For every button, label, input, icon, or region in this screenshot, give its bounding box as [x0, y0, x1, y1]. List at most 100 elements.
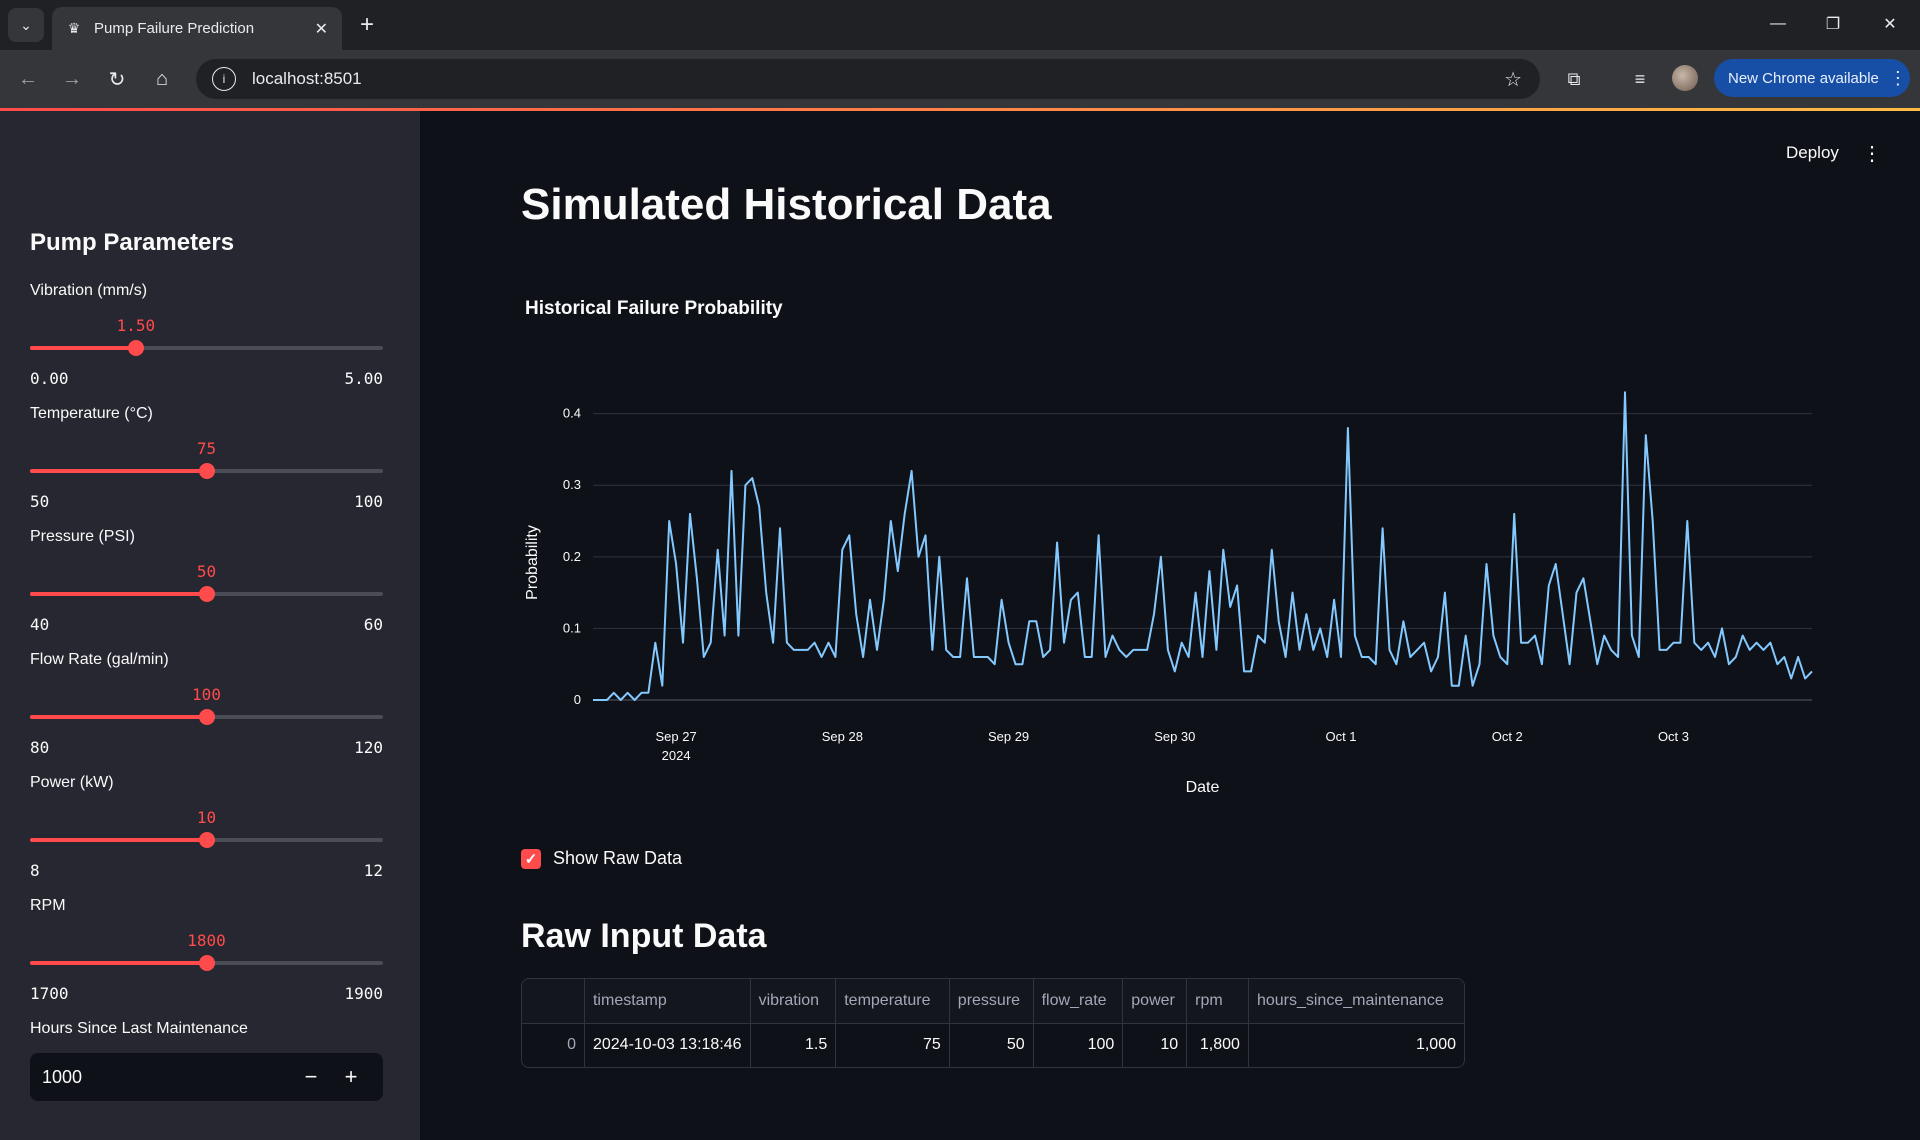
table-cell[interactable]: 1.5: [750, 1023, 837, 1067]
slider-param: RPM 1800 1700 1900: [30, 897, 383, 1003]
browser-titlebar: ⌄ ♛ Pump Failure Prediction ✕ + — ❐ ✕: [0, 0, 1920, 50]
y-tick-label: 0.4: [563, 406, 581, 421]
reload-button[interactable]: ↻: [101, 63, 133, 95]
x-tick-label: Sep 30: [1154, 729, 1195, 744]
table-cell[interactable]: 2024-10-03 13:18:46: [584, 1023, 751, 1067]
hours-label: Hours Since Last Maintenance: [30, 1020, 248, 1037]
slider-value: 10: [196, 808, 217, 827]
x-tick-label: Oct 2: [1492, 729, 1523, 744]
slider-min: 8: [30, 861, 40, 880]
slider-label: Vibration (mm/s): [30, 282, 148, 299]
x-tick-label: Oct 3: [1658, 729, 1689, 744]
chrome-update-button[interactable]: New Chrome available ⋮: [1714, 59, 1910, 97]
main-menu-icon[interactable]: ⋮: [1862, 141, 1882, 166]
slider-label: Power (kW): [30, 774, 114, 791]
checkbox-label: Show Raw Data: [553, 848, 683, 868]
column-header[interactable]: flow_rate: [1033, 979, 1124, 1024]
forward-button[interactable]: →: [56, 63, 88, 95]
column-header[interactable]: power: [1122, 979, 1188, 1024]
chevron-down-icon: ⌄: [20, 16, 32, 33]
hours-value[interactable]: 1000: [42, 1067, 291, 1088]
more-vert-icon[interactable]: ⋮: [1889, 68, 1907, 89]
slider-param: Power (kW) 10 8 12: [30, 774, 383, 880]
close-window-button[interactable]: ✕: [1868, 8, 1912, 40]
hours-number-input[interactable]: 1000 − +: [30, 1053, 383, 1101]
slider-max: 100: [354, 492, 383, 511]
minimize-button[interactable]: —: [1756, 8, 1800, 40]
close-tab-icon[interactable]: ✕: [315, 19, 328, 39]
slider[interactable]: 75 50 100: [30, 429, 383, 511]
extensions-icon[interactable]: ⧉: [1560, 65, 1588, 93]
tab-title: Pump Failure Prediction: [94, 20, 255, 37]
show-raw-data-checkbox[interactable]: ✓ Show Raw Data: [521, 848, 682, 869]
x-tick-label: 2024: [662, 748, 691, 763]
slider-param: Flow Rate (gal/min) 100 80 120: [30, 651, 383, 757]
address-bar[interactable]: i localhost:8501 ☆: [196, 59, 1540, 99]
decrement-button[interactable]: −: [291, 1064, 331, 1090]
slider-min: 1700: [30, 984, 69, 1003]
column-header[interactable]: timestamp: [584, 979, 751, 1024]
slider-thumb[interactable]: [127, 340, 144, 356]
column-header[interactable]: hours_since_maintenance: [1248, 979, 1464, 1024]
slider-min: 80: [30, 738, 50, 757]
table-cell[interactable]: 0: [522, 1023, 585, 1067]
column-header[interactable]: vibration: [750, 979, 837, 1024]
restore-button[interactable]: ❐: [1811, 8, 1855, 40]
series-line: [593, 391, 1813, 701]
slider-label: Pressure (PSI): [30, 528, 135, 545]
slider-value: 100: [192, 685, 221, 704]
x-tick-label: Oct 1: [1325, 729, 1356, 744]
slider-fill: [30, 838, 207, 842]
slider-max: 12: [363, 861, 383, 880]
slider[interactable]: 1800 1700 1900: [30, 921, 383, 1003]
checkmark-icon[interactable]: ✓: [521, 848, 541, 869]
table-cell[interactable]: 75: [835, 1023, 950, 1067]
slider-label: RPM: [30, 897, 66, 914]
browser-tab[interactable]: ♛ Pump Failure Prediction ✕: [52, 7, 342, 50]
profile-avatar[interactable]: [1672, 65, 1698, 91]
slider[interactable]: 50 40 60: [30, 552, 383, 634]
slider-thumb[interactable]: [198, 955, 215, 971]
increment-button[interactable]: +: [331, 1064, 371, 1090]
slider[interactable]: 10 8 12: [30, 798, 383, 880]
table-row[interactable]: 0 2024-10-03 13:18:46 1.5 75 50 100 10 1,800 1,0…: [522, 1023, 1464, 1067]
table-cell[interactable]: 50: [949, 1023, 1034, 1067]
tab-search-button[interactable]: ⌄: [8, 8, 44, 42]
column-header[interactable]: rpm: [1186, 979, 1249, 1024]
slider-value: 50: [196, 562, 217, 581]
site-info-icon[interactable]: i: [212, 67, 236, 91]
x-tick-label: Sep 29: [988, 729, 1029, 744]
probability-line-chart[interactable]: 0 0.1 0.2 0.3 0.4 Sep 27 2024 Sep 28 Sep 29 Sep 3…: [515, 370, 1835, 810]
slider-fill: [30, 469, 207, 473]
slider-min: 50: [30, 492, 50, 511]
raw-data-table[interactable]: timestamp vibration temperature pressure flo…: [521, 978, 1465, 1068]
home-button[interactable]: ⌂: [146, 63, 178, 95]
table-cell[interactable]: 1,000: [1248, 1023, 1464, 1067]
slider-fill: [30, 346, 136, 350]
column-header[interactable]: temperature: [835, 979, 950, 1024]
column-header[interactable]: pressure: [949, 979, 1034, 1024]
slider[interactable]: 1.50 0.00 5.00: [30, 306, 383, 388]
slider-fill: [30, 592, 207, 596]
slider-thumb[interactable]: [198, 586, 215, 602]
table-cell[interactable]: 100: [1033, 1023, 1124, 1067]
slider-fill: [30, 961, 207, 965]
table-cell[interactable]: 10: [1122, 1023, 1188, 1067]
bookmark-star-icon[interactable]: ☆: [1504, 67, 1522, 92]
x-axis-label: Date: [1186, 779, 1220, 796]
browser-toolbar: ← → ↻ ⌂ i localhost:8501 ☆ ⧉ ≡: [0, 50, 1920, 108]
back-button[interactable]: ←: [12, 63, 44, 95]
table-cell[interactable]: 1,800: [1186, 1023, 1249, 1067]
slider-thumb[interactable]: [198, 709, 215, 725]
hours-param: Hours Since Last Maintenance: [30, 1020, 383, 1038]
slider[interactable]: 100 80 120: [30, 675, 383, 757]
raw-data-title: Raw Input Data: [521, 917, 767, 955]
chart-title: Historical Failure Probability: [525, 298, 783, 319]
media-controls-icon[interactable]: ≡: [1626, 65, 1654, 93]
deploy-button[interactable]: Deploy: [1786, 143, 1839, 163]
slider-thumb[interactable]: [198, 832, 215, 848]
slider-thumb[interactable]: [198, 463, 215, 479]
column-header[interactable]: [522, 979, 585, 1024]
slider-param: Temperature (°C) 75 50 100: [30, 405, 383, 511]
new-tab-button[interactable]: +: [352, 10, 382, 40]
